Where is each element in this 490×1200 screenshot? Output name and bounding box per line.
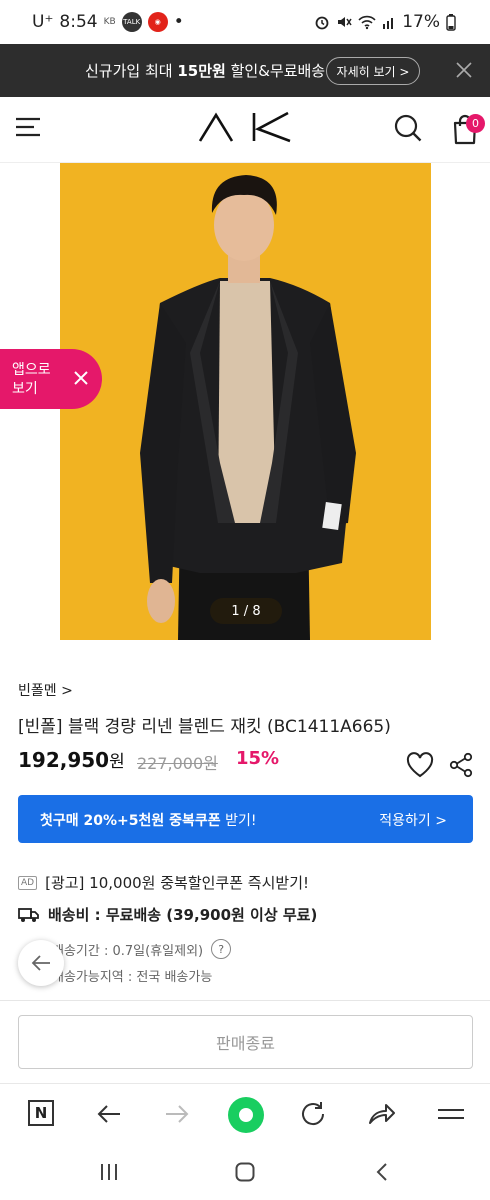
promo-close-icon[interactable] [452,58,476,82]
arrow-left-icon [31,955,50,971]
promo-text-bold: 15만원 [177,62,226,80]
more-notifications-icon: • [173,12,184,32]
status-right: 17% [314,12,456,32]
promo-text: 신규가입 최대 15만원 할인&무료배송 [85,60,325,81]
close-icon[interactable] [72,369,90,387]
home-icon[interactable] [234,1161,256,1183]
share-arrow-icon[interactable] [366,1099,396,1129]
promo-banner: 신규가입 최대 15만원 할인&무료배송 자세히 보기 > [0,44,490,97]
wishlist-heart-icon[interactable] [406,752,434,778]
model-illustration [140,175,356,640]
brand-link[interactable]: 빈폴멘 > [18,680,73,700]
original-price: 227,000원 [137,754,218,773]
help-icon[interactable]: ? [211,939,232,959]
first-purchase-coupon-bar[interactable]: 첫구매 20%+5천원 중복쿠폰 받기! 적용하기 > [18,795,473,843]
ak-logo[interactable]: AK [198,111,294,143]
coupon-text: 첫구매 20%+5천원 중복쿠폰 받기! [40,810,256,830]
share-icon[interactable] [448,752,474,778]
mute-icon [338,17,352,27]
recent-apps-icon[interactable] [98,1161,120,1183]
gallery-counter: 1 / 8 [210,598,282,624]
naver-green-dot-button[interactable] [228,1097,264,1133]
promo-text-suffix: 할인&무료배송 [225,62,326,80]
sale-price-value: 192,950 [18,748,110,772]
promo-text-prefix: 신규가입 최대 [85,62,178,80]
cart-count-badge: 0 [466,114,485,133]
ad-tag: AD [18,875,38,890]
sale-price: 192,950원 [18,747,125,772]
back-arrow-icon[interactable] [94,1099,124,1129]
menu-icon[interactable] [16,117,40,137]
carrier-label: U⁺ [32,12,54,32]
shipping-fee-text: 배송비 : 무료배송 (39,900원 이상 무료) [48,906,318,924]
system-back-icon[interactable] [372,1161,394,1183]
open-in-app-badge[interactable]: 앱으로 보기 [0,349,102,409]
time-label: 8:54 [59,12,98,32]
price-unit: 원 [109,752,125,772]
back-floating-button[interactable] [18,940,64,986]
refresh-icon[interactable] [298,1099,328,1129]
alarm-icon [315,16,329,30]
shipping-area-text: 배송가능지역 : 전국 배송가능 [52,970,213,985]
kb-notification-icon: KB [103,17,116,27]
coupon-text-bold: 첫구매 20%+5천원 중복쿠폰 [40,813,221,829]
status-bar: U⁺ 8:54 KB TALK ◉ • 17% [0,0,490,44]
open-in-app-label: 앱으로 보기 [12,362,51,397]
coupon-text-suffix: 받기! [220,813,257,829]
product-gallery[interactable]: 앱으로 보기 [0,163,490,640]
talk-notification-icon: TALK [121,12,142,32]
ad-coupon-row[interactable]: AD [광고] 10,000원 중복할인쿠폰 즉시받기! [18,872,309,893]
promo-details-button[interactable]: 자세히 보기 > [326,57,420,85]
battery-percent: 17% [402,12,440,32]
wifi-icon [358,15,376,30]
browser-menu-icon[interactable] [436,1099,466,1129]
battery-icon [446,14,456,31]
site-header: AK [0,97,490,163]
divider [0,1000,490,1001]
app-notification-icon: ◉ [147,12,168,32]
product-title: [빈폴] 블랙 경량 리넨 블렌드 재킷 (BC1411A665) [18,717,391,737]
truck-icon [18,907,39,922]
forward-arrow-icon[interactable] [162,1099,192,1129]
ad-coupon-text[interactable]: [광고] 10,000원 중복할인쿠폰 즉시받기! [45,872,309,893]
apply-coupon-button[interactable]: 적용하기 > [379,810,447,830]
system-navigation-bar [0,1145,490,1200]
naver-home-button[interactable]: N [28,1100,54,1126]
signal-icon [383,18,394,29]
shipping-period-row: 배송기간 : 0.7일(휴일제외) ? [52,939,232,959]
status-left: U⁺ 8:54 KB TALK ◉ • [32,12,184,32]
discount-rate: 15% [236,748,280,769]
sold-out-button[interactable]: 판매종료 [18,1015,473,1069]
search-icon[interactable] [393,113,423,143]
product-image[interactable] [60,163,431,640]
shipping-fee-row: 배송비 : 무료배송 (39,900원 이상 무료) [18,904,317,925]
shipping-period-text: 배송기간 : 0.7일(휴일제외) [52,943,204,959]
